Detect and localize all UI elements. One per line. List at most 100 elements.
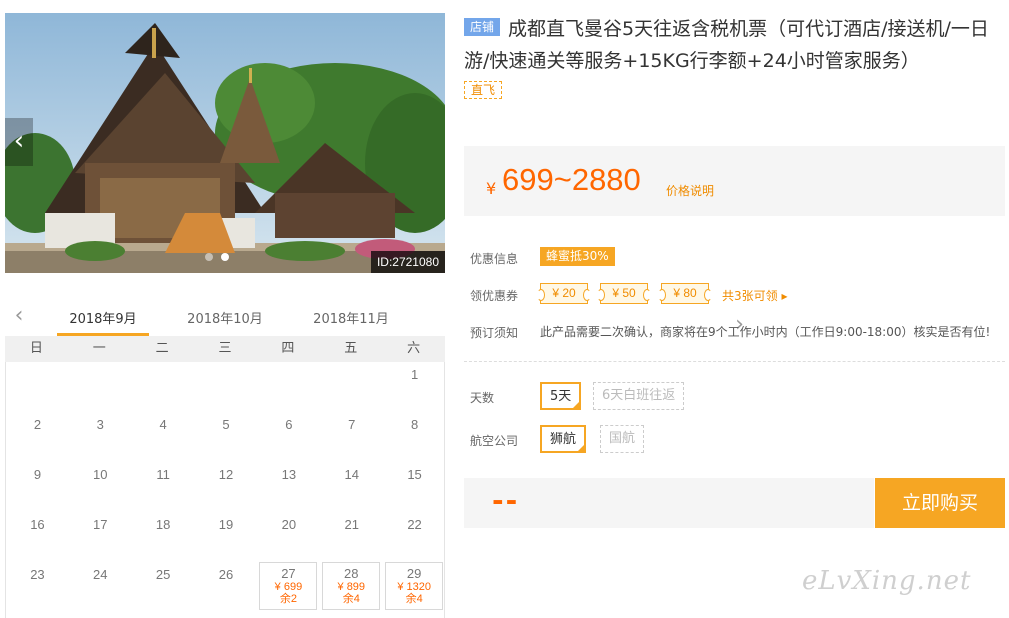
days-label: 天数 <box>470 391 495 405</box>
product-gallery[interactable]: ‹ › ID:2721080 <box>5 13 445 273</box>
calendar-day-16: 16 <box>6 508 69 558</box>
calendar-day-11: 11 <box>132 458 195 508</box>
month-tab-1[interactable]: 2018年9月 <box>57 308 149 336</box>
day-number: 20 <box>281 517 297 532</box>
weekday-0: 日 <box>29 341 43 356</box>
day-number: 29 <box>406 566 422 581</box>
calendar-day-28[interactable]: 28 ¥ 899 余4 <box>322 562 381 610</box>
calendar-day-25: 25 <box>132 558 195 608</box>
shop-badge[interactable]: 店铺 <box>464 18 501 36</box>
calendar-day-22: 22 <box>383 508 446 558</box>
day-price: ¥ 1320 <box>397 581 431 593</box>
month-prev-button[interactable]: ‹ <box>9 304 29 330</box>
day-price: ¥ 699 <box>274 581 303 593</box>
day-number: 8 <box>410 417 419 432</box>
day-number: 11 <box>156 467 170 482</box>
day-number: 9 <box>33 467 42 482</box>
day-number: 21 <box>344 517 359 532</box>
price-explain-link[interactable]: 价格说明 <box>666 182 714 199</box>
weekday-4: 四 <box>281 341 295 356</box>
day-number: 4 <box>159 417 167 432</box>
selected-price: -- <box>492 484 520 517</box>
day-remaining: 余4 <box>342 593 360 605</box>
airline-option-air-china[interactable]: 国航 <box>600 425 645 453</box>
price-box: ¥ 699~2880 价格说明 <box>464 146 1005 216</box>
buy-now-button[interactable]: 立即购买 <box>875 478 1005 528</box>
day-number: 28 <box>344 566 359 581</box>
day-number: 19 <box>218 517 234 532</box>
calendar-day-27[interactable]: 27 ¥ 699 余2 <box>259 562 318 610</box>
gallery-dots <box>205 253 229 261</box>
day-number: 6 <box>285 417 293 432</box>
weekday-5: 五 <box>344 341 358 356</box>
temple-photo <box>5 13 445 273</box>
calendar-day-6: 6 <box>257 408 320 458</box>
booking-notice-label: 预订须知 <box>470 326 519 340</box>
coupon-label: 领优惠券 <box>470 289 519 303</box>
weekday-2: 二 <box>155 341 169 356</box>
price-range: 699~2880 <box>502 162 641 197</box>
day-number: 10 <box>93 467 108 482</box>
day-number: 24 <box>93 567 108 582</box>
calendar-day-15: 15 <box>383 458 446 508</box>
coupon-count-link[interactable]: 共3张可领 ▸ <box>722 287 787 304</box>
day-number: 7 <box>348 417 356 432</box>
gallery-prev-button[interactable]: ‹ <box>5 118 33 166</box>
calendar-day-2: 2 <box>6 408 69 458</box>
calendar-day-7: 7 <box>320 408 383 458</box>
day-number: 23 <box>30 567 45 582</box>
month-switcher: ‹ 2018年9月 2018年10月 2018年11月 › <box>5 300 744 337</box>
weekday-1: 一 <box>92 341 106 356</box>
product-info: 店铺 成都直飞曼谷5天往返含税机票（可代订酒店/接送机/一日游/快速通关等服务+1… <box>464 13 1005 99</box>
day-number: 15 <box>407 467 422 482</box>
weekday-header: 日一二三四五六 <box>5 336 445 362</box>
day-number: 22 <box>407 517 422 532</box>
day-number: 13 <box>281 467 297 482</box>
currency-symbol: ¥ <box>486 179 497 198</box>
calendar-day-24: 24 <box>69 558 132 608</box>
calendar-day-13: 13 <box>257 458 320 508</box>
image-id-label: ID:2721080 <box>370 251 445 273</box>
day-number: 18 <box>155 517 171 532</box>
day-number: 25 <box>155 567 171 582</box>
selected-price-bar: -- <box>464 478 874 528</box>
calendar-grid: 1 2 3 4 5 6 7 8 9 10 11 12 13 14 15 16 17 18 19 20 21 22 23 24 2… <box>5 362 445 618</box>
day-remaining: 余4 <box>405 593 423 605</box>
calendar-day-9: 9 <box>6 458 69 508</box>
calendar-day-23: 23 <box>6 558 69 608</box>
day-number: 3 <box>96 417 104 432</box>
calendar-day-14: 14 <box>320 458 383 508</box>
divider <box>464 361 1005 362</box>
day-number: 1 <box>410 367 419 382</box>
day-remaining: 余2 <box>279 593 297 605</box>
calendar-day-3: 3 <box>69 408 132 458</box>
site-watermark: eLvXing.net <box>802 566 972 596</box>
airline-option-lion[interactable]: 狮航 <box>540 425 587 453</box>
calendar-day-19: 19 <box>195 508 258 558</box>
calendar-day-8: 8 <box>383 408 446 458</box>
calendar-day-10: 10 <box>69 458 132 508</box>
airline-label: 航空公司 <box>470 434 519 448</box>
gallery-dot[interactable] <box>205 253 213 261</box>
calendar-day-1: 1 <box>383 358 446 408</box>
calendar-day-29[interactable]: 29 ¥ 1320 余4 <box>385 562 444 610</box>
product-title: 成都直飞曼谷5天往返含税机票（可代订酒店/接送机/一日游/快速通关等服务+15K… <box>464 18 989 72</box>
coupon-80[interactable]: ¥ 80 <box>658 283 712 304</box>
calendar-day-12: 12 <box>195 458 258 508</box>
coupon-50[interactable]: ¥ 50 <box>597 283 651 304</box>
day-number: 26 <box>218 567 234 582</box>
month-tab-2[interactable]: 2018年10月 <box>179 308 271 336</box>
promo-label: 优惠信息 <box>470 252 519 266</box>
days-option-6[interactable]: 6天白班往返 <box>593 382 685 410</box>
days-option-5[interactable]: 5天 <box>540 382 582 410</box>
calendar-day-21: 21 <box>320 508 383 558</box>
day-price: ¥ 899 <box>337 581 366 593</box>
calendar-day-26: 26 <box>195 558 258 608</box>
coupon-20[interactable]: ¥ 20 <box>537 283 591 304</box>
calendar-day-4: 4 <box>132 408 195 458</box>
month-tab-3[interactable]: 2018年11月 <box>305 308 397 336</box>
calendar-day-5: 5 <box>195 408 258 458</box>
product-title-block: 店铺 成都直飞曼谷5天往返含税机票（可代订酒店/接送机/一日游/快速通关等服务+1… <box>464 13 1005 77</box>
direct-flight-tag: 直飞 <box>464 81 503 99</box>
gallery-dot-active[interactable] <box>221 253 229 261</box>
